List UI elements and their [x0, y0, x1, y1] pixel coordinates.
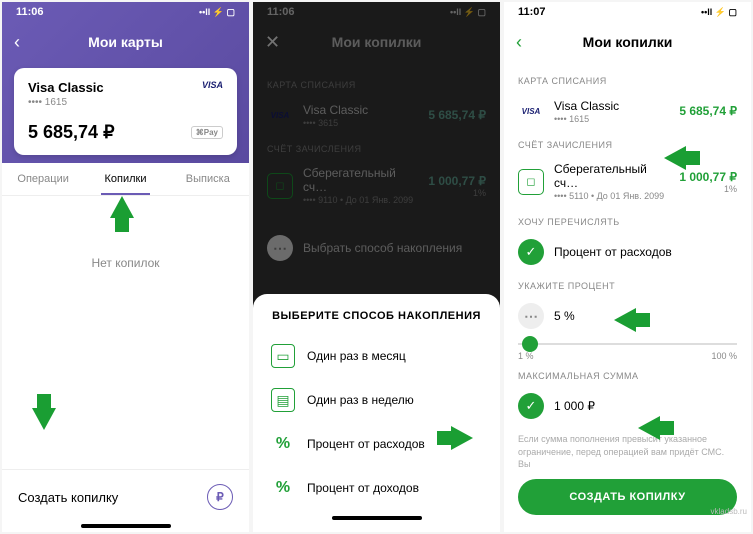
visa-logo: VISA [202, 80, 223, 90]
section-credit-label: СЧЁТ ЗАЧИСЛЕНИЯ [518, 140, 737, 150]
screen-my-cards: 11:06 ••ll ⚡ ▢ ‹ Мои карты Visa Classic … [2, 2, 249, 532]
annotation-arrow [614, 308, 636, 332]
method-value: Процент от расходов [554, 245, 672, 259]
header: ‹ Мои карты [2, 22, 249, 62]
calendar-month-icon: ▭ [271, 344, 295, 368]
section-debit-label: КАРТА СПИСАНИЯ [518, 76, 737, 86]
card-widget[interactable]: Visa Classic •••• 1615 VISA 5 685,74 ₽ ⌘… [14, 68, 237, 155]
status-bar: 11:07 ••ll ⚡ ▢ [504, 2, 751, 22]
check-icon: ✓ [518, 393, 544, 419]
credit-account-row[interactable]: ◻ Сберегательный сч… •••• 5110 • До 01 Я… [518, 156, 737, 207]
watermark: vkladsb.ru [711, 507, 747, 516]
annotation-arrow [32, 408, 56, 430]
page-title: Мои карты [88, 34, 163, 50]
account-sub: •••• 5110 • До 01 Янв. 2099 [554, 191, 669, 201]
apple-pay-badge[interactable]: ⌘Pay [191, 126, 223, 139]
max-amount-value: 1 000 ₽ [554, 399, 595, 413]
method-pct-income[interactable]: % Процент от доходов [267, 466, 486, 510]
create-piggybank-link[interactable]: Создать копилку [18, 490, 118, 505]
ruble-icon[interactable]: ₽ [207, 484, 233, 510]
status-icons: ••ll ⚡ ▢ [199, 7, 235, 18]
back-icon[interactable]: ‹ [14, 32, 20, 53]
card-name: Visa Classic [554, 99, 669, 113]
annotation-arrow [451, 426, 473, 450]
max-amount-row[interactable]: ✓ 1 000 ₽ [518, 387, 737, 425]
tab-statement[interactable]: Выписка [167, 163, 249, 195]
status-time: 11:07 [518, 6, 546, 18]
percent-icon: % [271, 476, 295, 500]
hint-text: Если сумма пополнения превысит указанное… [518, 433, 737, 471]
check-icon: ✓ [518, 239, 544, 265]
method-label: Один раз в месяц [307, 349, 406, 363]
slider-max: 100 % [711, 351, 737, 361]
percent-value: 5 % [554, 309, 575, 323]
account-pct: 1% [679, 184, 737, 194]
status-time: 11:06 [16, 6, 44, 18]
create-button[interactable]: СОЗДАТЬ КОПИЛКУ [518, 479, 737, 515]
method-label: Один раз в неделю [307, 393, 414, 407]
section-method-label: ХОЧУ ПЕРЕЧИСЛЯТЬ [518, 217, 737, 227]
card-mask: •••• 1615 [554, 114, 669, 124]
method-row[interactable]: ✓ Процент от расходов [518, 233, 737, 271]
method-label: Процент от доходов [307, 481, 419, 495]
card-balance: 5 685,74 ₽ [679, 104, 737, 118]
ellipsis-icon: ⋯ [518, 303, 544, 329]
home-indicator [81, 524, 171, 528]
percent-icon: % [271, 432, 295, 456]
annotation-arrow [664, 146, 686, 170]
card-balance: 5 685,74 ₽ [28, 122, 115, 143]
account-name: Сберегательный сч… [554, 162, 669, 190]
screen-configure-piggybank: 11:07 ••ll ⚡ ▢ ‹ Мои копилки КАРТА СПИСА… [504, 2, 751, 532]
status-bar: 11:06 ••ll ⚡ ▢ [2, 2, 249, 22]
slider-min: 1 % [518, 351, 534, 361]
section-max-label: МАКСИМАЛЬНАЯ СУММА [518, 371, 737, 381]
tab-operations[interactable]: Операции [2, 163, 84, 195]
card-name: Visa Classic [28, 80, 104, 95]
calendar-week-icon: ▤ [271, 388, 295, 412]
slider-thumb[interactable] [522, 336, 538, 352]
debit-card-row[interactable]: VISA Visa Classic •••• 1615 5 685,74 ₽ [518, 92, 737, 130]
visa-icon: VISA [518, 98, 544, 124]
method-sheet: ВЫБЕРИТЕ СПОСОБ НАКОПЛЕНИЯ ▭ Один раз в … [253, 294, 500, 532]
method-monthly[interactable]: ▭ Один раз в месяц [267, 334, 486, 378]
method-weekly[interactable]: ▤ Один раз в неделю [267, 378, 486, 422]
tab-piggybanks[interactable]: Копилки [84, 163, 166, 195]
slider-labels: 1 % 100 % [518, 351, 737, 361]
method-label: Процент от расходов [307, 437, 425, 451]
percent-slider[interactable] [518, 343, 737, 345]
status-icons: ••ll ⚡ ▢ [701, 7, 737, 18]
tabs: Операции Копилки Выписка [2, 163, 249, 196]
header: ‹ Мои копилки [504, 22, 751, 62]
sheet-title: ВЫБЕРИТЕ СПОСОБ НАКОПЛЕНИЯ [267, 310, 486, 322]
page-title: Мои копилки [583, 34, 673, 50]
annotation-arrow [110, 196, 134, 218]
home-indicator [332, 516, 422, 520]
screen-choose-method: 11:06 ••ll ⚡ ▢ ✕ Мои копилки КАРТА СПИСА… [253, 2, 500, 532]
card-mask: •••• 1615 [28, 97, 104, 108]
section-percent-label: УКАЖИТЕ ПРОЦЕНТ [518, 281, 737, 291]
account-balance: 1 000,77 ₽ [679, 170, 737, 184]
annotation-arrow [638, 416, 660, 440]
back-icon[interactable]: ‹ [516, 32, 522, 53]
account-icon: ◻ [518, 169, 544, 195]
